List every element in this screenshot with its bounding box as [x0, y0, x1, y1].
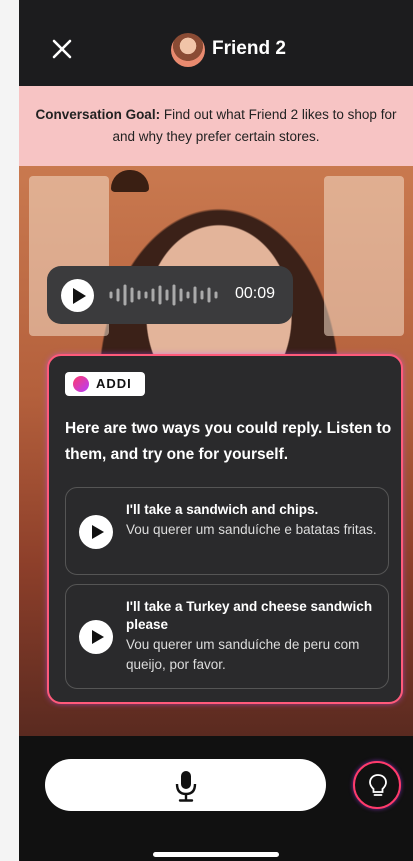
header: Friend 2: [19, 0, 413, 86]
close-icon[interactable]: [47, 34, 77, 64]
audio-message: 00:09: [47, 266, 293, 324]
play-icon[interactable]: [79, 515, 113, 549]
phone-screen: Friend 2 Conversation Goal: Find out wha…: [19, 0, 413, 861]
reply-english: I'll take a Turkey and cheese sandwich p…: [126, 599, 373, 632]
play-icon[interactable]: [79, 620, 113, 654]
reply-translation: Vou querer um sanduíche e batatas fritas…: [126, 522, 377, 537]
badge-label: ADDI: [96, 376, 132, 391]
addi-badge: ADDI: [65, 372, 145, 396]
hint-button[interactable]: [353, 761, 401, 809]
page-title: Friend 2: [212, 38, 286, 59]
background-window: [324, 176, 404, 336]
reply-english: I'll take a sandwich and chips.: [126, 502, 319, 517]
home-indicator: [153, 852, 279, 857]
microphone-icon: [175, 771, 197, 802]
avatar: [171, 33, 205, 67]
footer: [19, 736, 413, 861]
waveform-icon: [109, 284, 218, 306]
reply-option[interactable]: I'll take a Turkey and cheese sandwich p…: [65, 584, 389, 689]
addi-logo-icon: [73, 376, 89, 392]
card-intro: Here are two ways you could reply. Liste…: [65, 420, 392, 463]
lightbulb-icon: [369, 774, 387, 796]
goal-label: Conversation Goal:: [35, 107, 161, 122]
background-lamp: [111, 170, 149, 192]
suggestion-card: ADDI Here are two ways you could reply. …: [47, 354, 403, 704]
reply-option[interactable]: I'll take a sandwich and chips. Vou quer…: [65, 487, 389, 575]
play-icon[interactable]: [61, 279, 94, 312]
conversation-goal-banner: Conversation Goal: Find out what Friend …: [19, 86, 413, 166]
audio-duration: 00:09: [235, 285, 276, 302]
record-button[interactable]: [45, 759, 326, 811]
reply-translation: Vou querer um sanduíche de peru com quei…: [126, 637, 360, 672]
